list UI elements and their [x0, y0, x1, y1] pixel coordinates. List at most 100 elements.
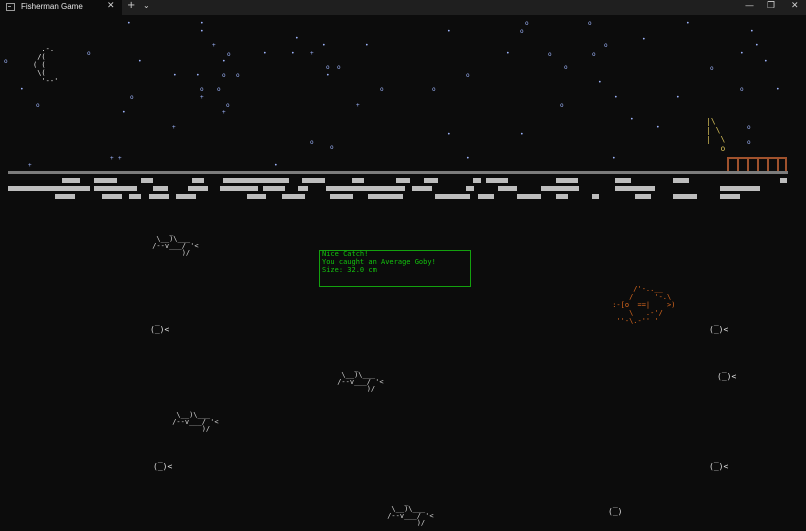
wave-block [102, 194, 122, 199]
wave-block [615, 178, 631, 183]
star-icon: • [274, 162, 278, 169]
tab-dropdown-button[interactable]: ⌄ [143, 1, 150, 10]
star-icon: • [326, 72, 330, 79]
star-icon: o [604, 42, 608, 49]
wave-block [517, 194, 541, 199]
wave-block [720, 186, 760, 191]
bubble-icon: _ (_)< [709, 317, 729, 334]
wave-block [352, 178, 364, 183]
star-icon: + [118, 155, 122, 162]
star-icon: • [200, 20, 204, 27]
star-icon: o [380, 86, 384, 93]
wave-block [55, 194, 75, 199]
star-icon: • [740, 50, 744, 57]
wave-block [466, 186, 474, 191]
new-tab-button[interactable]: + [127, 0, 135, 11]
wave-block [556, 194, 568, 199]
wave-block [8, 186, 90, 191]
wave-block [298, 186, 308, 191]
star-icon: o [525, 20, 529, 27]
star-icon: • [750, 28, 754, 35]
star-icon: + [222, 109, 226, 116]
wave-block [541, 186, 579, 191]
terminal-icon [6, 3, 15, 11]
star-icon: • [295, 35, 299, 42]
star-icon: o [36, 102, 40, 109]
star-icon: o [200, 86, 204, 93]
star-icon: • [322, 42, 326, 49]
minimize-button[interactable]: — [745, 1, 754, 11]
star-icon: + [172, 124, 176, 131]
star-icon: + [356, 102, 360, 109]
star-icon: o [588, 20, 592, 27]
close-window-button[interactable]: ✕ [791, 1, 799, 11]
wave-block [556, 178, 578, 183]
wave-block [673, 194, 697, 199]
star-icon: o [222, 72, 226, 79]
maximize-button[interactable]: ❐ [767, 1, 775, 11]
star-icon: o [747, 124, 751, 131]
star-icon: • [755, 42, 759, 49]
star-icon: o [227, 51, 231, 58]
wave-block [223, 178, 289, 183]
catch-dialog: Nice Catch! You caught an Average Goby! … [319, 250, 471, 287]
wave-block [141, 178, 153, 183]
wave-block [473, 178, 481, 183]
wave-block [330, 194, 353, 199]
wave-block [396, 178, 410, 183]
wave-block [424, 178, 438, 183]
star-icon: • [642, 36, 646, 43]
wave-block [592, 194, 599, 199]
star-icon: o [548, 51, 552, 58]
star-icon: • [20, 86, 24, 93]
star-icon: • [466, 155, 470, 162]
bubble-icon: _ (_)< [709, 454, 729, 471]
wave-block [247, 194, 266, 199]
fish-icon: \__)\___ /--v___/ '< )/ [172, 411, 219, 433]
fish-icon: _ \__)\___ /--v___/ '< )/ [387, 498, 434, 527]
fish-icon: _ \__)\___ /--v___/ '< )/ [152, 228, 199, 257]
terminal-tab[interactable]: Fisherman Game ✕ [0, 0, 122, 15]
star-icon: • [173, 72, 177, 79]
star-icon: o [4, 58, 8, 65]
wave-block [282, 194, 305, 199]
wave-block [326, 186, 405, 191]
star-icon: o [310, 139, 314, 146]
wave-block [673, 178, 689, 183]
wave-block [188, 186, 208, 191]
wave-block [435, 194, 470, 199]
wave-block [263, 186, 285, 191]
wave-block [149, 194, 169, 199]
star-icon: o [226, 102, 230, 109]
star-icon: o [337, 64, 341, 71]
star-icon: + [28, 162, 32, 169]
bubble-icon: _ (_)< [153, 454, 173, 471]
catch-heading: Nice Catch! [322, 250, 369, 258]
star-icon: o [592, 51, 596, 58]
wave-block [129, 194, 141, 199]
star-icon: • [127, 20, 131, 27]
star-icon: o [130, 94, 134, 101]
star-icon: • [200, 28, 204, 35]
wave-block [153, 186, 168, 191]
star-icon: + [212, 42, 216, 49]
star-icon: • [447, 131, 451, 138]
star-icon: o [217, 86, 221, 93]
wave-block [62, 178, 80, 183]
star-icon: • [764, 58, 768, 65]
star-icon: o [710, 65, 714, 72]
wave-block [192, 178, 204, 183]
star-icon: • [630, 116, 634, 123]
bubble-icon: _ (_)< [717, 364, 737, 381]
star-icon: o [564, 64, 568, 71]
star-icon: • [263, 50, 267, 57]
star-icon: o [87, 50, 91, 57]
star-icon: • [776, 86, 780, 93]
star-icon: o [432, 86, 436, 93]
wave-block [302, 178, 325, 183]
star-icon: o [740, 86, 744, 93]
tab-close-button[interactable]: ✕ [107, 1, 115, 11]
wave-block [780, 178, 787, 183]
star-icon: • [222, 58, 226, 65]
wave-block [635, 194, 651, 199]
